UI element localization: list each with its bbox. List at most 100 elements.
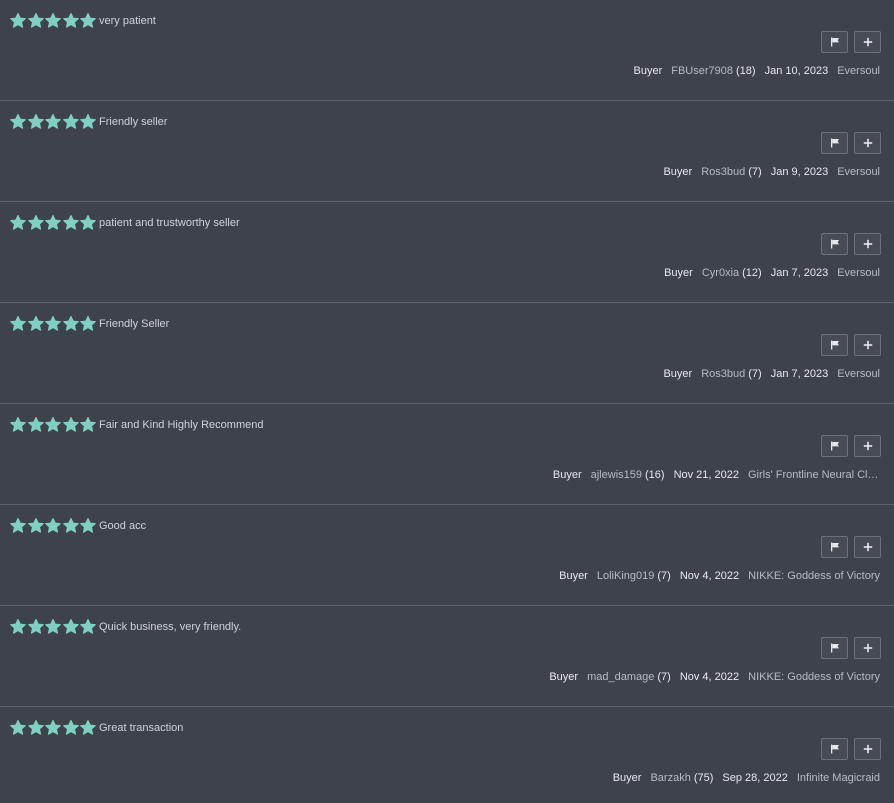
reviewer-feedback-count: (18) [736, 65, 756, 77]
add-button[interactable] [854, 637, 881, 659]
star-icon [80, 114, 97, 130]
buyer-label: Buyer [663, 368, 693, 380]
review-item: Great transaction Buyer Barzakh (75) Sep… [0, 707, 894, 803]
review-meta: Buyer Ros3bud (7) Jan 7, 2023 Eversoul [663, 367, 880, 381]
review-date: Nov 21, 2022 [673, 469, 739, 481]
plus-icon [863, 37, 872, 47]
star-icon [80, 13, 97, 29]
flag-icon [830, 744, 839, 754]
add-button[interactable] [854, 334, 881, 356]
buyer-label: Buyer [549, 671, 579, 683]
reviewer-feedback-count: (7) [748, 368, 762, 380]
review-date: Jan 9, 2023 [770, 166, 829, 178]
plus-icon [863, 643, 872, 653]
star-icon [80, 417, 97, 433]
review-item: Fair and Kind Highly Recommend Buyer ajl… [0, 404, 894, 505]
star-icon [45, 720, 61, 736]
star-icon [27, 619, 44, 635]
review-comment: Great transaction [99, 722, 184, 734]
reviewer-feedback-count: (7) [657, 570, 671, 582]
star-rating [10, 619, 97, 635]
flag-icon [830, 542, 839, 552]
reviewer-username-link[interactable]: FBUser7908 [671, 64, 733, 78]
review-item: very patient Buyer FBUser7908 (18) Jan 1… [0, 0, 894, 101]
star-icon [10, 215, 26, 231]
review-comment: patient and trustworthy seller [99, 217, 240, 229]
flag-button[interactable] [821, 738, 848, 760]
star-icon [62, 720, 79, 736]
star-icon [80, 316, 97, 332]
star-icon [10, 114, 26, 130]
star-icon [62, 518, 79, 534]
star-icon [80, 215, 97, 231]
star-icon [10, 316, 26, 332]
game-name-link[interactable]: NIKKE: Goddess of Victory [748, 670, 880, 684]
star-icon [27, 215, 44, 231]
star-icon [27, 316, 44, 332]
reviewer-username-link[interactable]: Barzakh [650, 771, 690, 785]
review-meta: Buyer FBUser7908 (18) Jan 10, 2023 Evers… [634, 64, 881, 78]
game-name-link[interactable]: Eversoul [837, 266, 880, 280]
star-icon [45, 316, 61, 332]
star-icon [10, 13, 26, 29]
review-date: Nov 4, 2022 [679, 671, 740, 683]
star-rating [10, 114, 97, 130]
review-date: Nov 4, 2022 [679, 570, 740, 582]
review-date: Jan 7, 2023 [770, 267, 829, 279]
star-rating [10, 417, 97, 433]
reviewer-username-link[interactable]: mad_damage [587, 670, 654, 684]
flag-icon [830, 643, 839, 653]
add-button[interactable] [854, 536, 881, 558]
flag-icon [830, 441, 839, 451]
flag-button[interactable] [821, 132, 848, 154]
review-meta: Buyer Cyr0xia (12) Jan 7, 2023 Eversoul [664, 266, 880, 280]
reviewer-username-link[interactable]: Ros3bud [701, 367, 745, 381]
game-name-link[interactable]: Girls' Frontline Neural Clou... [748, 468, 880, 482]
plus-icon [863, 744, 872, 754]
add-button[interactable] [854, 738, 881, 760]
review-meta: Buyer LoliKing019 (7) Nov 4, 2022 NIKKE:… [559, 569, 880, 583]
plus-icon [863, 542, 872, 552]
star-icon [10, 518, 26, 534]
game-name-link[interactable]: Eversoul [837, 165, 880, 179]
flag-icon [830, 239, 839, 249]
reviewer-username-link[interactable]: Cyr0xia [702, 266, 739, 280]
game-name-link[interactable]: Eversoul [837, 64, 880, 78]
star-icon [80, 619, 97, 635]
reviewer-username-link[interactable]: LoliKing019 [597, 569, 655, 583]
review-list: very patient Buyer FBUser7908 (18) Jan 1… [0, 0, 894, 803]
game-name-link[interactable]: NIKKE: Goddess of Victory [748, 569, 880, 583]
review-item: Good acc Buyer LoliKing019 (7) Nov 4, 20… [0, 505, 894, 606]
plus-icon [863, 340, 872, 350]
star-rating [10, 518, 97, 534]
flag-button[interactable] [821, 334, 848, 356]
star-icon [27, 114, 44, 130]
review-meta: Buyer Ros3bud (7) Jan 9, 2023 Eversoul [663, 165, 880, 179]
star-icon [27, 13, 44, 29]
game-name-link[interactable]: Infinite Magicraid [797, 771, 880, 785]
add-button[interactable] [854, 132, 881, 154]
review-item: Quick business, very friendly. Buyer mad… [0, 606, 894, 707]
reviewer-feedback-count: (75) [693, 772, 714, 784]
flag-button[interactable] [821, 31, 848, 53]
flag-button[interactable] [821, 536, 848, 558]
add-button[interactable] [854, 435, 881, 457]
reviewer-username-link[interactable]: ajlewis159 [591, 468, 642, 482]
flag-button[interactable] [821, 435, 848, 457]
add-button[interactable] [854, 233, 881, 255]
star-rating [10, 215, 97, 231]
star-icon [45, 518, 61, 534]
star-icon [80, 720, 97, 736]
review-comment: Quick business, very friendly. [99, 621, 242, 633]
star-icon [62, 215, 79, 231]
review-meta: Buyer ajlewis159 (16) Nov 21, 2022 Girls… [553, 468, 880, 482]
star-icon [10, 720, 26, 736]
flag-button[interactable] [821, 233, 848, 255]
review-date: Sep 28, 2022 [722, 772, 788, 784]
flag-button[interactable] [821, 637, 848, 659]
review-date: Jan 10, 2023 [764, 65, 829, 77]
review-item: Friendly seller Buyer Ros3bud (7) Jan 9,… [0, 101, 894, 202]
game-name-link[interactable]: Eversoul [837, 367, 880, 381]
reviewer-username-link[interactable]: Ros3bud [701, 165, 745, 179]
add-button[interactable] [854, 31, 881, 53]
